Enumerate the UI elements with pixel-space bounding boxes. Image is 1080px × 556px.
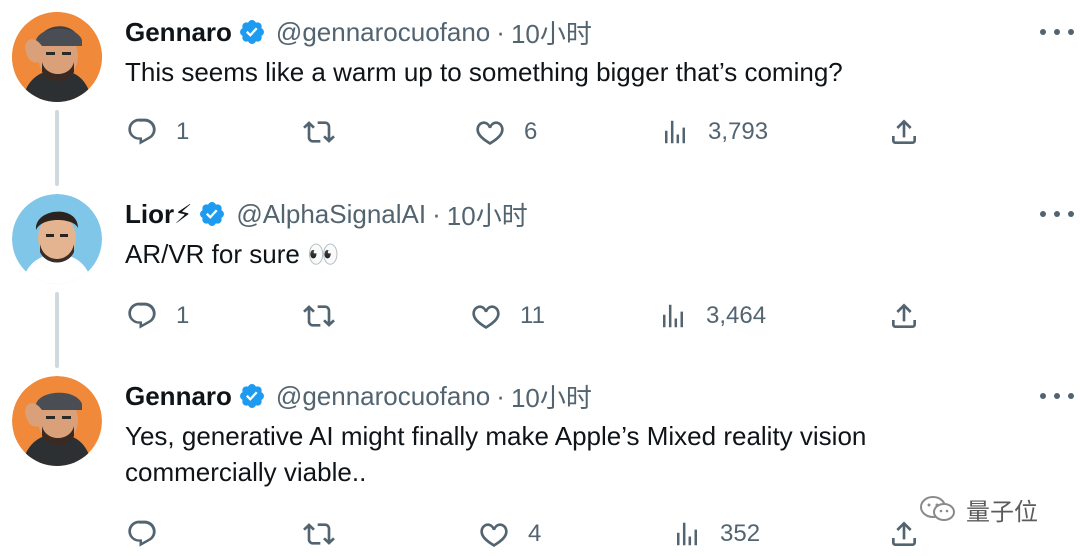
tweet-text: Yes, generative AI might finally make Ap…	[125, 418, 866, 490]
wechat-icon	[920, 496, 955, 521]
heart-icon	[476, 121, 504, 146]
tweet-text-line: AR/VR for sure 👀	[125, 239, 340, 269]
separator-dot: ·	[432, 198, 441, 229]
retweet-icon	[303, 305, 335, 327]
views-button[interactable]: 3,464	[658, 296, 766, 336]
tweet-text: This seems like a warm up to something b…	[125, 54, 843, 90]
reply-button[interactable]	[126, 514, 176, 554]
tweet-actions: 1 6 3,793	[0, 112, 1080, 152]
tweet[interactable]: Lior⚡ @AlphaSignalAI · 10小时 AR/VR for su…	[0, 194, 1080, 354]
tweet[interactable]: Gennaro @gennarocuofano · 10小时 This seem…	[0, 12, 1080, 172]
more-options-icon[interactable]	[1040, 204, 1074, 224]
verified-badge-icon	[238, 18, 266, 46]
avatar[interactable]	[12, 194, 102, 284]
watermark-text: 量子位	[966, 498, 1038, 526]
author-name[interactable]: Gennaro	[125, 17, 232, 48]
tweet-text-line: commercially viable..	[125, 457, 367, 487]
like-button[interactable]: 11	[470, 296, 545, 336]
author-handle[interactable]: @gennarocuofano	[276, 17, 490, 48]
tweet-text-line: This seems like a warm up to something b…	[125, 57, 843, 87]
reply-icon	[128, 118, 156, 145]
author-name[interactable]: Gennaro	[125, 381, 232, 412]
like-count: 11	[520, 302, 545, 329]
retweet-icon	[303, 121, 335, 143]
verified-badge-icon	[238, 382, 266, 410]
separator-dot: ·	[496, 16, 505, 47]
share-button[interactable]	[888, 112, 920, 152]
retweet-button[interactable]	[302, 296, 354, 336]
views-bar-chart-icon	[677, 522, 697, 546]
author-name[interactable]: Lior⚡	[125, 199, 192, 230]
author-handle[interactable]: @gennarocuofano	[276, 381, 490, 412]
avatar[interactable]	[12, 376, 102, 466]
reply-button[interactable]: 1	[126, 112, 189, 152]
tweet-header: Gennaro @gennarocuofano · 10小时	[125, 12, 592, 52]
avatar[interactable]	[12, 12, 102, 102]
heart-icon	[472, 305, 500, 330]
tweet-text: AR/VR for sure 👀	[125, 236, 339, 272]
share-icon	[892, 119, 916, 144]
separator-dot: ·	[496, 380, 505, 411]
views-count: 3,793	[708, 118, 769, 145]
views-count: 352	[720, 520, 761, 547]
like-count: 4	[528, 520, 542, 547]
timestamp[interactable]: 10小时	[511, 14, 592, 51]
heart-icon	[480, 523, 508, 548]
share-icon	[892, 303, 916, 328]
retweet-button[interactable]	[302, 514, 354, 554]
tweet-actions: 1 11 3,464	[0, 296, 1080, 336]
like-count: 6	[524, 118, 538, 145]
retweet-icon	[303, 523, 335, 545]
tweet-header: Gennaro @gennarocuofano · 10小时	[125, 376, 592, 416]
share-button[interactable]	[888, 296, 920, 336]
views-button[interactable]: 352	[672, 514, 760, 554]
like-button[interactable]: 4	[478, 514, 541, 554]
more-options-icon[interactable]	[1040, 386, 1074, 406]
reply-count: 1	[176, 302, 190, 329]
retweet-button[interactable]	[302, 112, 354, 152]
tweet-text-line: Yes, generative AI might finally make Ap…	[125, 421, 867, 451]
views-bar-chart-icon	[665, 120, 685, 144]
reply-icon	[128, 520, 156, 547]
tweet-header: Lior⚡ @AlphaSignalAI · 10小时	[125, 194, 528, 234]
tweet[interactable]: Gennaro @gennarocuofano · 10小时 Yes, gene…	[0, 376, 1080, 556]
views-bar-chart-icon	[663, 304, 683, 328]
views-count: 3,464	[706, 302, 767, 329]
views-button[interactable]: 3,793	[660, 112, 768, 152]
like-button[interactable]: 6	[474, 112, 537, 152]
watermark: 量子位	[918, 494, 1038, 526]
author-handle[interactable]: @AlphaSignalAI	[236, 199, 426, 230]
timestamp[interactable]: 10小时	[511, 378, 592, 415]
reply-button[interactable]: 1	[126, 296, 189, 336]
reply-count: 1	[176, 118, 190, 145]
share-button[interactable]	[888, 514, 920, 554]
timestamp[interactable]: 10小时	[447, 196, 528, 233]
share-icon	[892, 521, 916, 546]
reply-icon	[128, 302, 156, 329]
verified-badge-icon	[198, 200, 226, 228]
more-options-icon[interactable]	[1040, 22, 1074, 42]
